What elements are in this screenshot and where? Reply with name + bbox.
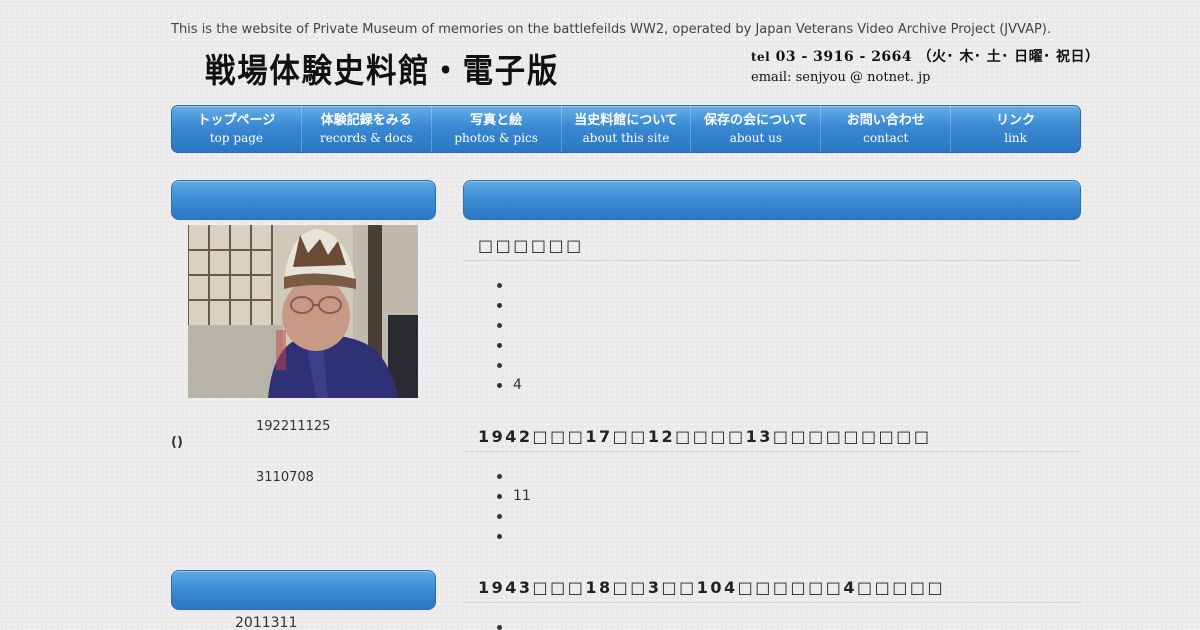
sidebar-text-line-4: 2011311: [235, 615, 298, 630]
telephone-line: tel 03 - 3916 - 2664 （火･ 木･ 土･ 日曜･ 祝日）: [751, 46, 1099, 66]
nav-label-en: about this site: [582, 131, 670, 145]
nav-top-page[interactable]: トップページ top page: [172, 106, 302, 152]
nav-label-jp: お問い合わせ: [846, 113, 925, 128]
list-item: [497, 466, 531, 486]
list-item: [497, 506, 531, 526]
nav-label-en: contact: [863, 131, 909, 145]
telephone-number: 03 - 3916 - 2664: [775, 49, 913, 65]
email-address[interactable]: email: senjyou @ notnet. jp: [751, 70, 1081, 85]
section-heading-3: 1943□□□18□□3□□104□□□□□□4□□□□□: [463, 578, 1081, 603]
list-item: [497, 526, 531, 546]
tel-label: tel: [751, 50, 771, 64]
list-item: 4: [497, 377, 522, 393]
nav-label-en: records & docs: [320, 131, 413, 145]
site-logo[interactable]: 戦場体験史料館・電子版: [205, 44, 559, 92]
nav-label-jp: 体験記録をみる: [320, 113, 412, 128]
sidebar-text-line-1: 192211125: [256, 419, 331, 434]
nav-photos[interactable]: 写真と絵 photos & pics: [432, 106, 562, 152]
nav-about-site[interactable]: 当史料館について about this site: [562, 106, 692, 152]
main-header-bar: [463, 180, 1081, 220]
page-wrapper: This is the website of Private Museum of…: [171, 0, 1099, 630]
nav-label-jp: 保存の会について: [704, 113, 808, 128]
open-days: （火･ 木･ 土･ 日曜･ 祝日）: [917, 49, 1100, 65]
section-heading-2: 1942□□□17□□12□□□□13□□□□□□□□□: [463, 427, 1081, 452]
nav-contact[interactable]: お問い合わせ contact: [821, 106, 952, 152]
nav-label-en: photos & pics: [454, 131, 538, 145]
sidebar-text-line-2: (): [171, 435, 183, 450]
nav-label-en: top page: [209, 131, 264, 145]
nav-label-en: link: [1004, 131, 1027, 145]
section-list-2: 11: [497, 466, 531, 546]
list-item: [497, 295, 522, 315]
nav-label-jp: トップページ: [197, 113, 276, 128]
nav-label-en: about us: [729, 131, 783, 145]
nav-label-jp: 当史料館について: [574, 113, 678, 128]
nav-label-jp: リンク: [996, 113, 1036, 128]
portrait-illustration: [188, 225, 418, 398]
list-item: [497, 275, 522, 295]
nav-about-us[interactable]: 保存の会について about us: [691, 106, 822, 152]
section-list-1: 4: [497, 275, 522, 395]
site-intro-text: This is the website of Private Museum of…: [171, 22, 1052, 37]
list-item: [497, 315, 522, 335]
list-item: [497, 355, 522, 375]
contact-info: tel 03 - 3916 - 2664 （火･ 木･ 土･ 日曜･ 祝日） e…: [751, 46, 1099, 85]
nav-link[interactable]: リンク link: [951, 106, 1080, 152]
list-item: 11: [497, 488, 531, 504]
nav-records[interactable]: 体験記録をみる records & docs: [302, 106, 432, 152]
section-heading-1: □□□□□□: [463, 236, 1081, 261]
sidebar-text-line-3: 3110708: [256, 470, 314, 485]
veteran-portrait-photo: [188, 225, 418, 398]
nav-label-jp: 写真と絵: [470, 113, 523, 128]
sidebar-header-bar-2: [171, 570, 436, 610]
main-navigation: トップページ top page 体験記録をみる records & docs 写…: [171, 105, 1081, 153]
list-item: [497, 335, 522, 355]
sidebar-header-bar: [171, 180, 436, 220]
